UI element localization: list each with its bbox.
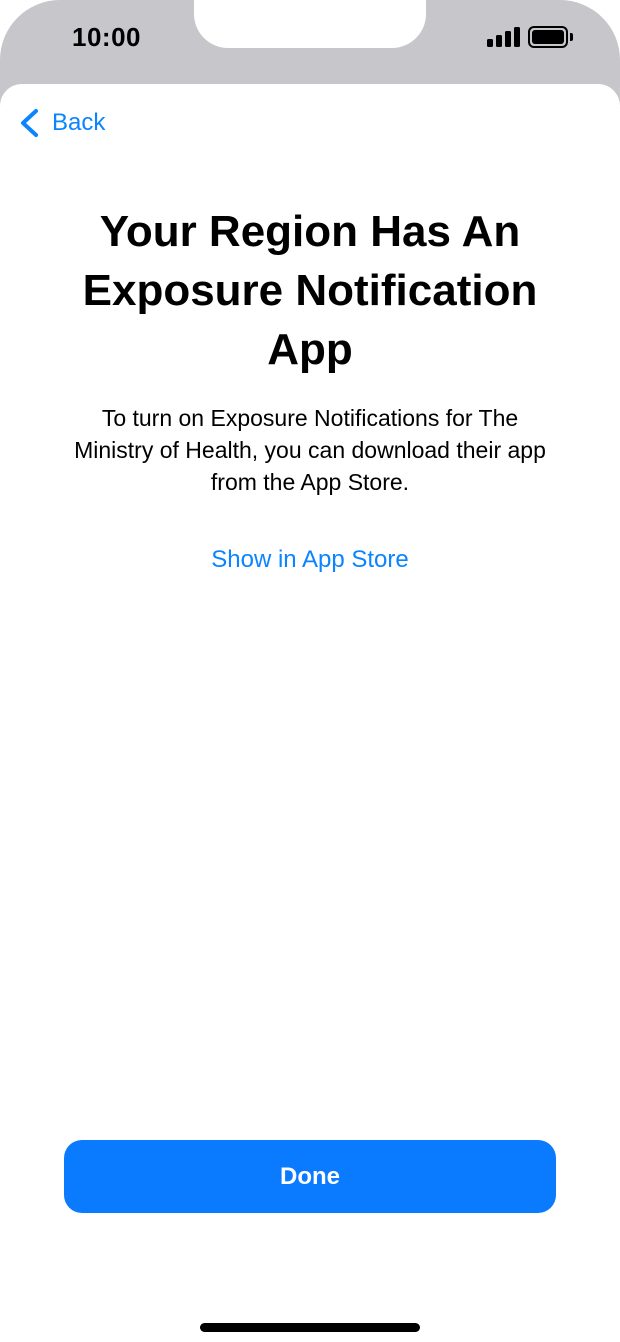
- phone-screen: 10:00 Back Your Region Has An Exposure N…: [0, 0, 620, 1342]
- description-text: To turn on Exposure Notifications for Th…: [74, 405, 546, 495]
- status-bar: 10:00: [0, 0, 620, 84]
- modal-sheet: Back Your Region Has An Exposure Notific…: [0, 84, 620, 1342]
- page-title: Your Region Has An Exposure Notification…: [82, 207, 538, 374]
- notch: [194, 0, 426, 48]
- battery-full-icon: [528, 26, 574, 48]
- show-in-app-store-link[interactable]: Show in App Store: [0, 546, 620, 574]
- done-button[interactable]: Done: [64, 1140, 556, 1213]
- chevron-left-icon: [21, 109, 38, 137]
- back-label: Back: [52, 109, 106, 136]
- home-indicator[interactable]: [200, 1323, 420, 1332]
- back-button[interactable]: Back: [18, 108, 105, 138]
- cellular-signal-icon: [487, 27, 521, 47]
- status-time: 10:00: [72, 22, 141, 52]
